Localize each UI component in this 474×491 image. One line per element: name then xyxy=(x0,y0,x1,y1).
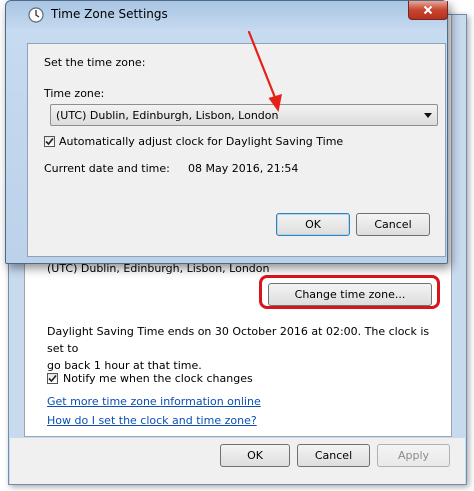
cancel-button[interactable]: Cancel xyxy=(297,444,370,467)
close-icon xyxy=(423,5,433,15)
time-zone-label: Time zone: xyxy=(44,87,105,100)
dst-option[interactable]: Automatically adjust clock for Daylight … xyxy=(44,135,343,148)
arrow-annotation xyxy=(247,30,282,112)
dialog-client-area: Set the time zone: Time zone: (UTC) Dubl… xyxy=(27,43,446,257)
dst-info-text: Daylight Saving Time ends on 30 October … xyxy=(47,323,447,374)
set-time-zone-label: Set the time zone: xyxy=(44,56,146,69)
dst-info-line-1: Daylight Saving Time ends on 30 October … xyxy=(47,325,430,355)
more-info-link[interactable]: Get more time zone information online xyxy=(47,395,261,408)
ok-button[interactable]: OK xyxy=(220,444,290,467)
clock-icon xyxy=(28,7,44,23)
notify-checkbox[interactable] xyxy=(47,373,58,384)
highlight-box xyxy=(259,275,440,309)
notify-option[interactable]: Notify me when the clock changes xyxy=(47,372,253,385)
dialog-title: Time Zone Settings xyxy=(51,7,168,21)
how-to-set-link[interactable]: How do I set the clock and time zone? xyxy=(47,414,257,427)
dst-checkbox[interactable] xyxy=(44,136,55,147)
close-button[interactable] xyxy=(408,1,448,20)
checkmark-icon xyxy=(45,137,54,146)
notify-label: Notify me when the clock changes xyxy=(63,372,253,385)
apply-button[interactable]: Apply xyxy=(377,444,450,467)
dst-checkbox-label: Automatically adjust clock for Daylight … xyxy=(59,135,344,148)
chevron-down-icon xyxy=(424,113,432,118)
cancel-button[interactable]: Cancel xyxy=(356,213,430,236)
checkmark-icon xyxy=(48,374,57,383)
title-bar: Time Zone Settings xyxy=(6,1,448,29)
current-date-time-label: Current date and time: xyxy=(44,162,170,175)
current-date-time-value: 08 May 2016, 21:54 xyxy=(188,162,299,175)
dialog-footer: OK Cancel Apply xyxy=(10,438,465,484)
time-zone-settings-dialog: Time Zone Settings Set the time zone: Ti… xyxy=(5,0,448,264)
ok-button[interactable]: OK xyxy=(276,213,350,236)
